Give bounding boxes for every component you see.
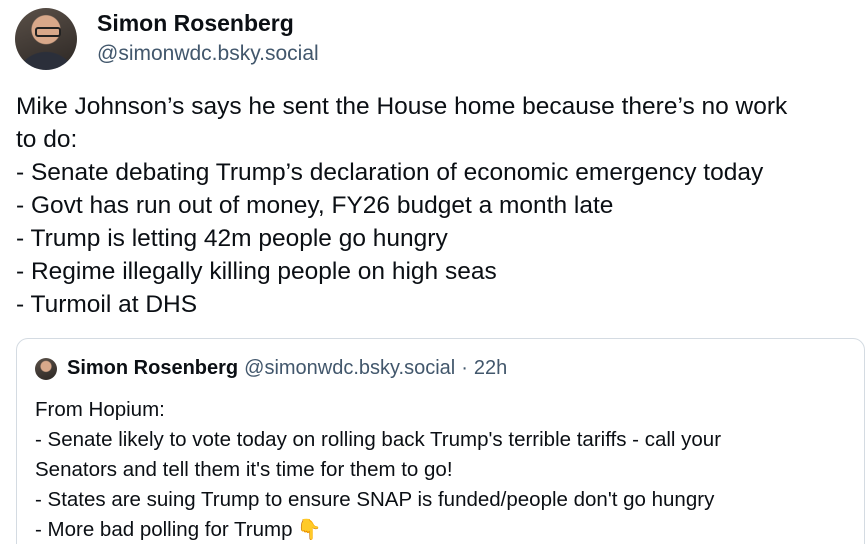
post-text-line: - Turmoil at DHS [16, 291, 198, 318]
avatar[interactable] [15, 8, 77, 70]
post-text-line: - Govt has run out of money, FY26 budget… [16, 192, 614, 219]
author-names: Simon Rosenberg @simonwdc.bsky.social [97, 8, 319, 68]
author-handle[interactable]: @simonwdc.bsky.social [97, 40, 319, 68]
post-text-line: - Trump is letting 42m people go hungry [16, 225, 448, 252]
glasses-decoration [35, 27, 61, 37]
author-display-name[interactable]: Simon Rosenberg [97, 8, 319, 38]
post-header: Simon Rosenberg @simonwdc.bsky.social [15, 8, 319, 70]
quoted-author-display-name[interactable]: Simon Rosenberg [67, 357, 238, 380]
post-text-line: - Senate debating Trump’s declaration of… [16, 159, 764, 186]
pointing-down-hand-icon: 👇 [296, 519, 322, 541]
quoted-avatar[interactable] [35, 357, 57, 380]
quoted-author-handle[interactable]: @simonwdc.bsky.social [244, 357, 455, 380]
quoted-text-line: - Senate likely to vote today on rolling… [35, 428, 722, 451]
post-text: Mike Johnson’s says he sent the House ho… [16, 90, 861, 321]
quoted-post[interactable]: Simon Rosenberg @simonwdc.bsky.social · … [16, 338, 865, 544]
quoted-text-last-content: - More bad polling for Trump [35, 518, 293, 541]
quoted-text-line: From Hopium: [35, 398, 165, 421]
quoted-post-text: From Hopium: - Senate likely to vote tod… [35, 395, 855, 544]
quoted-post-header: Simon Rosenberg @simonwdc.bsky.social · … [35, 357, 507, 380]
separator-dot: · [461, 357, 468, 379]
quoted-text-line: - States are suing Trump to ensure SNAP … [35, 488, 715, 511]
post-text-line: to do: [16, 126, 78, 153]
post: Simon Rosenberg @simonwdc.bsky.social Mi… [0, 0, 867, 544]
post-text-line: Mike Johnson’s says he sent the House ho… [16, 93, 788, 120]
quoted-timestamp[interactable]: 22h [474, 357, 507, 380]
quoted-text-line: Senators and tell them it's time for the… [35, 458, 453, 481]
quoted-text-line-last: - More bad polling for Trump 👇 [35, 515, 855, 544]
post-text-line: - Regime illegally killing people on hig… [16, 258, 497, 285]
